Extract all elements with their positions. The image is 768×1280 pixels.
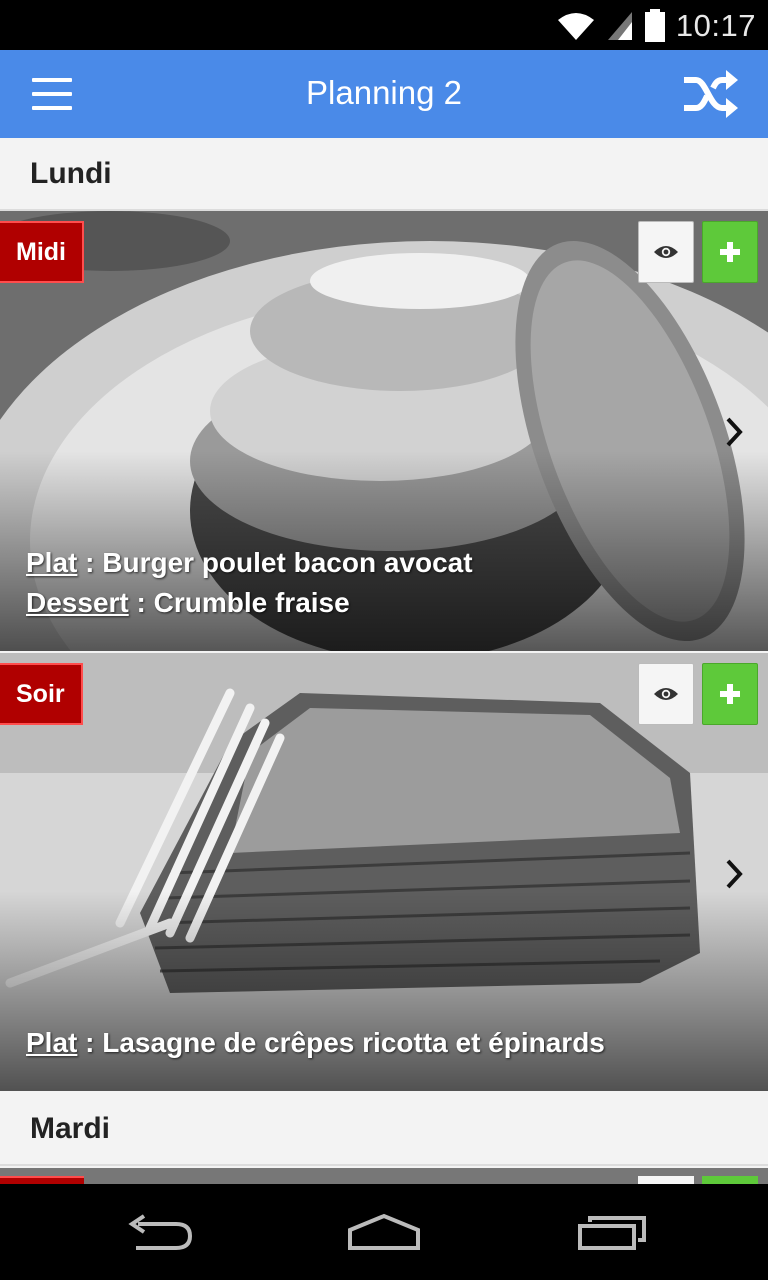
recents-icon <box>578 1216 646 1250</box>
day-header-mardi: Mardi <box>0 1093 768 1166</box>
day-label: Mardi <box>30 1111 111 1145</box>
view-button[interactable] <box>638 221 694 283</box>
dish-separator: : <box>77 547 103 578</box>
system-nav-bar <box>0 1184 768 1280</box>
home-icon <box>348 1213 420 1250</box>
meal-card-midi[interactable]: Midi Plat : Burger poulet bacon avocat D… <box>0 211 768 651</box>
day-header-lundi: Lundi <box>0 138 768 211</box>
plus-icon <box>720 242 740 262</box>
meal-card-soir[interactable]: Soir Plat : Lasagne de crêpes ricotta et… <box>0 653 768 1091</box>
meal-card-partial[interactable] <box>0 1168 768 1184</box>
back-icon <box>128 1214 193 1250</box>
chevron-right-icon <box>726 859 743 889</box>
dish-line: Dessert : Crumble fraise <box>26 583 748 623</box>
planning-list[interactable]: Lundi Midi Plat: Burger poulet bacon av… <box>0 138 768 1184</box>
shuffle-button[interactable] <box>680 68 742 120</box>
signal-icon <box>607 12 632 40</box>
meal-badge: Soir <box>0 663 83 725</box>
dish-separator: : <box>77 1027 103 1058</box>
dish-label[interactable]: Plat <box>26 547 77 578</box>
add-button[interactable] <box>702 663 758 725</box>
dish-line: Plat : Lasagne de crêpes ricotta et épin… <box>26 1023 748 1063</box>
chevron-right-icon <box>726 417 743 447</box>
dish-separator: : <box>128 587 154 618</box>
page-title: Planning 2 <box>306 74 462 111</box>
eye-icon <box>654 246 678 258</box>
app-bar: Planning 2 <box>0 50 768 138</box>
next-button[interactable] <box>714 849 754 899</box>
home-button[interactable] <box>344 1204 424 1260</box>
back-button[interactable] <box>120 1204 200 1260</box>
add-button[interactable] <box>702 1176 758 1184</box>
plus-icon <box>720 684 740 704</box>
eye-icon <box>654 688 678 700</box>
shuffle-icon <box>684 70 738 118</box>
wifi-icon <box>557 13 594 40</box>
dish-list: Plat : Burger poulet bacon avocat Desser… <box>26 543 748 623</box>
view-button[interactable] <box>638 663 694 725</box>
recents-button[interactable] <box>572 1204 652 1260</box>
dish-label[interactable]: Dessert <box>26 587 129 618</box>
day-label: Lundi <box>30 156 112 190</box>
dish-name: Burger poulet bacon avocat <box>102 547 473 578</box>
dish-name: Crumble fraise <box>153 587 350 618</box>
status-bar: 10:17 <box>0 0 768 50</box>
dish-name: Lasagne de crêpes ricotta et épinards <box>102 1027 605 1058</box>
add-button[interactable] <box>702 221 758 283</box>
battery-icon <box>644 9 665 42</box>
meal-badge: Midi <box>0 221 84 283</box>
dish-line: Plat : Burger poulet bacon avocat <box>26 543 748 583</box>
dish-list: Plat : Lasagne de crêpes ricotta et épin… <box>26 1023 748 1063</box>
dish-label[interactable]: Plat <box>26 1027 77 1058</box>
status-clock: 10:17 <box>675 8 756 43</box>
next-button[interactable] <box>714 407 754 457</box>
meal-badge <box>0 1176 84 1184</box>
view-button[interactable] <box>638 1176 694 1184</box>
